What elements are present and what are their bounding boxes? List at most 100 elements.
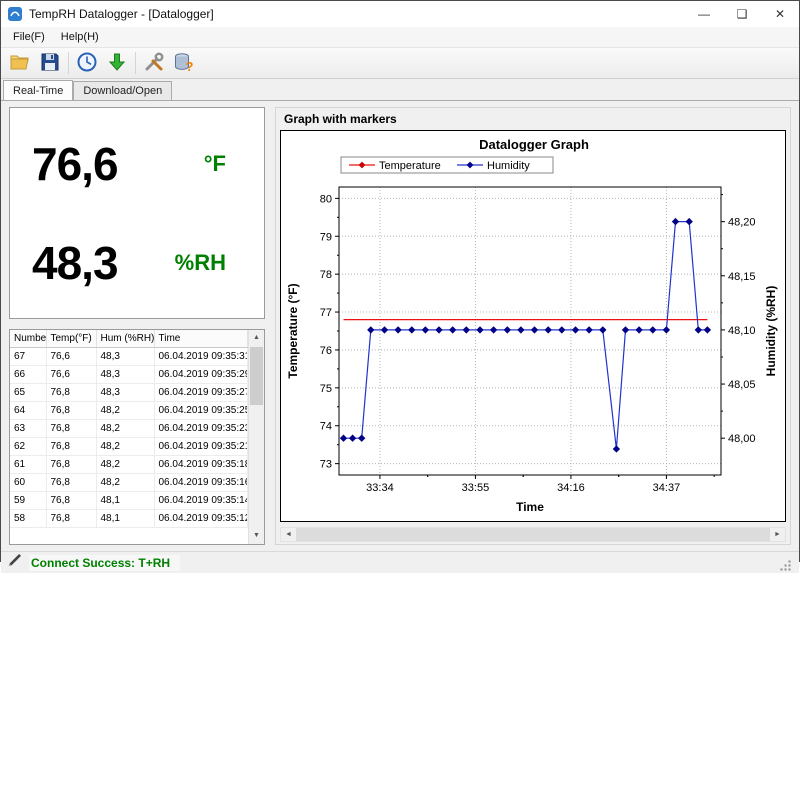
table-cell: 06.04.2019 09:35:18 <box>154 455 248 473</box>
table-cell: 06.04.2019 09:35:16 <box>154 473 248 491</box>
table-row[interactable]: 5876,848,106.04.2019 09:35:12 <box>10 509 248 527</box>
maximize-button[interactable]: ❑ <box>723 1 761 27</box>
table-row[interactable]: 6276,848,206.04.2019 09:35:21 <box>10 437 248 455</box>
svg-text:Temperature (°F): Temperature (°F) <box>286 283 300 378</box>
menu-help[interactable]: Help(H) <box>53 29 107 45</box>
resize-grip[interactable] <box>779 559 793 573</box>
table-cell: 48,2 <box>96 437 154 455</box>
open-button[interactable] <box>5 49 35 77</box>
svg-text:34:37: 34:37 <box>653 482 681 494</box>
humidity-unit: %RH <box>175 250 226 276</box>
clock-icon <box>76 51 98 76</box>
svg-text:Time: Time <box>516 500 544 514</box>
table-cell: 76,8 <box>46 437 96 455</box>
toolbar-separator <box>135 52 136 74</box>
svg-text:75: 75 <box>320 383 332 395</box>
tab-strip: Real-Time Download/Open <box>1 79 799 100</box>
scroll-right-icon[interactable]: ► <box>770 528 785 541</box>
temperature-reading: 76,6 °F <box>10 137 264 191</box>
table-scrollbar[interactable]: ▲ ▼ <box>248 330 264 544</box>
table-row[interactable]: 6176,848,206.04.2019 09:35:18 <box>10 455 248 473</box>
table-cell: 48,2 <box>96 455 154 473</box>
table-row[interactable]: 6076,848,206.04.2019 09:35:16 <box>10 473 248 491</box>
groupbox-title: Graph with markers <box>280 110 786 130</box>
settings-button[interactable] <box>139 49 169 77</box>
close-button[interactable]: ✕ <box>761 1 799 27</box>
svg-text:48,20: 48,20 <box>728 217 756 229</box>
table-cell: 48,1 <box>96 509 154 527</box>
svg-text:48,10: 48,10 <box>728 325 756 337</box>
svg-text:78: 78 <box>320 269 332 281</box>
chart-canvas: 737475767778798048,0048,0548,1048,1548,2… <box>280 130 786 522</box>
table-cell: 06.04.2019 09:35:12 <box>154 509 248 527</box>
table-cell: 64 <box>10 401 46 419</box>
humidity-value: 48,3 <box>32 236 118 290</box>
table-cell: 76,8 <box>46 383 96 401</box>
humidity-reading: 48,3 %RH <box>10 236 264 290</box>
tab-download-open[interactable]: Download/Open <box>73 81 172 100</box>
table-cell: 63 <box>10 419 46 437</box>
app-window: TempRH Datalogger - [Datalogger] — ❑ ✕ F… <box>0 0 800 562</box>
connect-icon <box>7 552 23 573</box>
database-button[interactable]: ? <box>169 49 199 77</box>
scroll-left-icon[interactable]: ◄ <box>281 528 296 541</box>
download-button[interactable] <box>102 49 132 77</box>
col-temp[interactable]: Temp(°F) <box>46 330 96 347</box>
scroll-up-icon[interactable]: ▲ <box>249 330 264 346</box>
table-cell: 48,2 <box>96 401 154 419</box>
table-row[interactable]: 6676,648,306.04.2019 09:35:29 <box>10 365 248 383</box>
table-row[interactable]: 6476,848,206.04.2019 09:35:25 <box>10 401 248 419</box>
clock-button[interactable] <box>72 49 102 77</box>
menu-bar: File(F) Help(H) <box>1 27 799 48</box>
save-button[interactable] <box>35 49 65 77</box>
data-table: Number Temp(°F) Hum (%RH) Time 6776,648,… <box>10 330 248 528</box>
table-row[interactable]: 6776,648,306.04.2019 09:35:31 <box>10 347 248 365</box>
temperature-unit: °F <box>204 151 226 177</box>
col-humidity[interactable]: Hum (%RH) <box>96 330 154 347</box>
table-cell: 06.04.2019 09:35:29 <box>154 365 248 383</box>
temperature-value: 76,6 <box>32 137 118 191</box>
table-cell: 06.04.2019 09:35:23 <box>154 419 248 437</box>
table-cell: 58 <box>10 509 46 527</box>
menu-file[interactable]: File(F) <box>5 29 53 45</box>
scrollbar-thumb[interactable] <box>296 528 770 541</box>
table-cell: 66 <box>10 365 46 383</box>
col-number[interactable]: Number <box>10 330 46 347</box>
left-column: 76,6 °F 48,3 %RH Number Temp(°F) Hum (%R… <box>9 107 265 545</box>
data-table-panel: Number Temp(°F) Hum (%RH) Time 6776,648,… <box>9 329 265 545</box>
table-cell: 48,2 <box>96 419 154 437</box>
table-cell: 06.04.2019 09:35:21 <box>154 437 248 455</box>
svg-text:Temperature: Temperature <box>379 160 441 172</box>
table-row[interactable]: 6576,848,306.04.2019 09:35:27 <box>10 383 248 401</box>
window-controls: — ❑ ✕ <box>685 1 799 27</box>
status-bar: Connect Success: T+RH <box>1 551 799 573</box>
table-cell: 60 <box>10 473 46 491</box>
svg-text:48,15: 48,15 <box>728 271 756 283</box>
col-time[interactable]: Time <box>154 330 248 347</box>
minimize-button[interactable]: — <box>685 1 723 27</box>
table-body: 6776,648,306.04.2019 09:35:316676,648,30… <box>10 347 248 527</box>
table-cell: 67 <box>10 347 46 365</box>
svg-text:74: 74 <box>320 421 332 433</box>
chart-scrollbar[interactable]: ◄ ► <box>280 527 786 542</box>
svg-text:48,05: 48,05 <box>728 379 756 391</box>
table-cell: 06.04.2019 09:35:25 <box>154 401 248 419</box>
svg-text:Humidity (%RH): Humidity (%RH) <box>764 286 778 377</box>
table-cell: 61 <box>10 455 46 473</box>
table-row[interactable]: 6376,848,206.04.2019 09:35:23 <box>10 419 248 437</box>
table-cell: 76,8 <box>46 491 96 509</box>
svg-text:Datalogger Graph: Datalogger Graph <box>479 137 589 152</box>
svg-text:80: 80 <box>320 193 332 205</box>
table-row[interactable]: 5976,848,106.04.2019 09:35:14 <box>10 491 248 509</box>
table-cell: 62 <box>10 437 46 455</box>
scroll-down-icon[interactable]: ▼ <box>249 528 264 544</box>
svg-text:79: 79 <box>320 231 332 243</box>
table-cell: 76,8 <box>46 419 96 437</box>
svg-text:33:34: 33:34 <box>366 482 394 494</box>
scrollbar-thumb[interactable] <box>250 347 263 405</box>
floppy-disk-icon <box>39 51 61 76</box>
table-cell: 48,1 <box>96 491 154 509</box>
toolbar-separator <box>68 52 69 74</box>
scrollbar-track[interactable] <box>296 528 770 541</box>
tab-real-time[interactable]: Real-Time <box>3 80 73 100</box>
